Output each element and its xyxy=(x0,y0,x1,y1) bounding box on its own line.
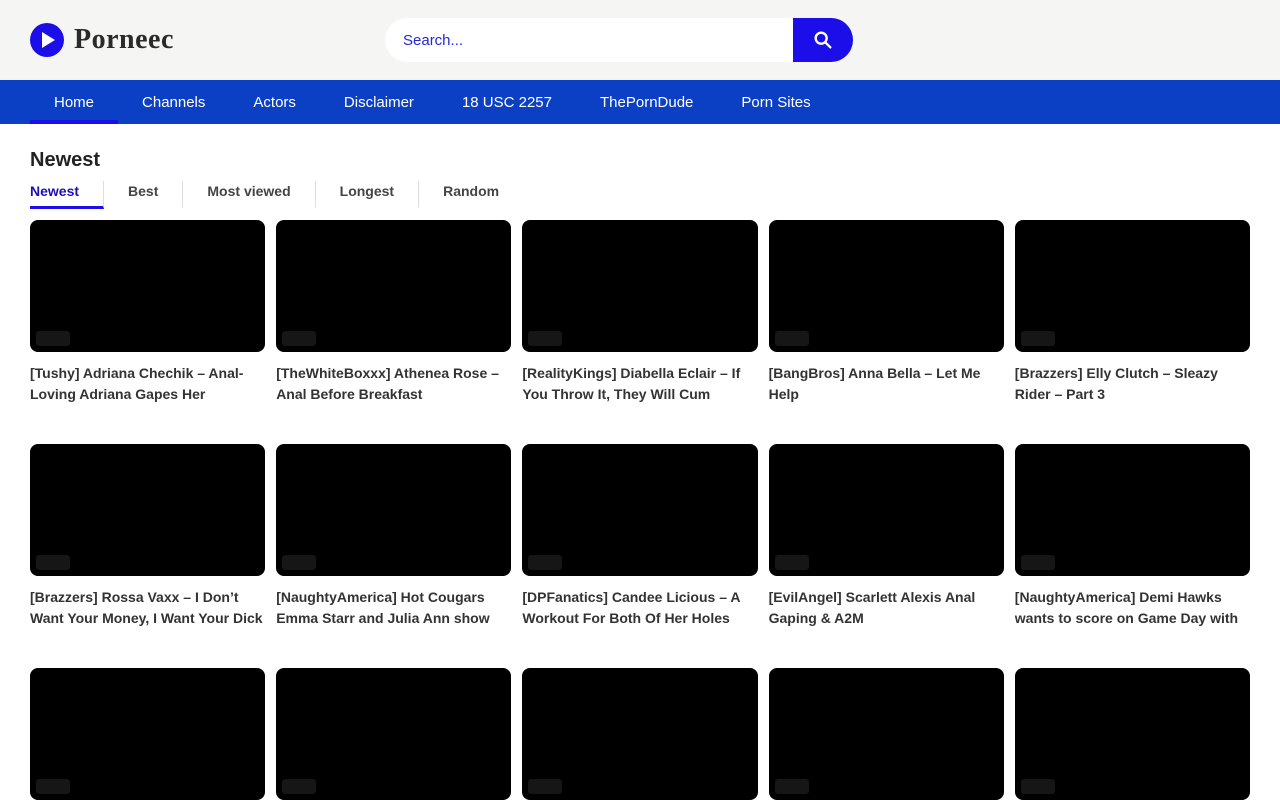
video-title[interactable]: [NaughtyAmerica] Demi Hawks wants to sco… xyxy=(1015,587,1250,629)
search-bar xyxy=(385,18,853,62)
duration-badge xyxy=(282,331,316,346)
video-thumbnail[interactable] xyxy=(30,668,265,800)
video-card[interactable]: [NaughtyAmerica] Demi Hawks wants to sco… xyxy=(1015,444,1250,629)
duration-badge xyxy=(36,779,70,794)
search-button[interactable] xyxy=(793,18,853,62)
video-thumbnail[interactable] xyxy=(1015,220,1250,352)
video-thumbnail[interactable] xyxy=(522,444,757,576)
tab-best[interactable]: Best xyxy=(104,181,183,209)
video-card[interactable] xyxy=(769,668,1004,800)
video-title[interactable]: [Brazzers] Elly Clutch – Sleazy Rider – … xyxy=(1015,363,1250,405)
video-thumbnail[interactable] xyxy=(276,220,511,352)
site-header: Porneec xyxy=(0,0,1280,80)
play-icon xyxy=(30,23,64,57)
video-card[interactable]: [RealityKings] Diabella Eclair – If You … xyxy=(522,220,757,405)
video-card[interactable]: [Brazzers] Rossa Vaxx – I Don’t Want You… xyxy=(30,444,265,629)
duration-badge xyxy=(1021,779,1055,794)
search-input[interactable] xyxy=(385,18,793,62)
page-title: Newest xyxy=(30,149,1250,171)
duration-badge xyxy=(528,555,562,570)
video-card[interactable]: [DPFanatics] Candee Licious – A Workout … xyxy=(522,444,757,629)
magnifier-icon xyxy=(812,29,834,51)
video-thumbnail[interactable] xyxy=(1015,444,1250,576)
duration-badge xyxy=(1021,331,1055,346)
video-title[interactable]: [EvilAngel] Scarlett Alexis Anal Gaping … xyxy=(769,587,1004,629)
video-card[interactable]: [Brazzers] Elly Clutch – Sleazy Rider – … xyxy=(1015,220,1250,405)
main-content: Newest Newest Best Most viewed Longest R… xyxy=(0,149,1280,800)
site-logo[interactable]: Porneec xyxy=(30,23,174,57)
nav-item-disclaimer[interactable]: Disclaimer xyxy=(320,80,438,124)
video-thumbnail[interactable] xyxy=(522,668,757,800)
video-thumbnail[interactable] xyxy=(522,220,757,352)
nav-item-actors[interactable]: Actors xyxy=(229,80,320,124)
main-nav: Home Channels Actors Disclaimer 18 USC 2… xyxy=(0,80,1280,124)
tab-longest[interactable]: Longest xyxy=(316,181,419,209)
duration-badge xyxy=(1021,555,1055,570)
video-title[interactable]: [DPFanatics] Candee Licious – A Workout … xyxy=(522,587,757,629)
tab-most-viewed[interactable]: Most viewed xyxy=(183,181,315,209)
video-card[interactable]: [EvilAngel] Scarlett Alexis Anal Gaping … xyxy=(769,444,1004,629)
video-card[interactable] xyxy=(30,668,265,800)
video-title[interactable]: [BangBros] Anna Bella – Let Me Help xyxy=(769,363,1004,405)
duration-badge xyxy=(775,555,809,570)
nav-item-18usc2257[interactable]: 18 USC 2257 xyxy=(438,80,576,124)
video-title[interactable]: [Tushy] Adriana Chechik – Anal-Loving Ad… xyxy=(30,363,265,405)
video-thumbnail[interactable] xyxy=(30,444,265,576)
nav-item-porn-sites[interactable]: Porn Sites xyxy=(717,80,834,124)
video-thumbnail[interactable] xyxy=(1015,668,1250,800)
video-card[interactable] xyxy=(522,668,757,800)
duration-badge xyxy=(775,779,809,794)
video-thumbnail[interactable] xyxy=(276,444,511,576)
duration-badge xyxy=(36,331,70,346)
video-thumbnail[interactable] xyxy=(769,220,1004,352)
tab-random[interactable]: Random xyxy=(419,181,523,209)
video-thumbnail[interactable] xyxy=(769,668,1004,800)
video-thumbnail[interactable] xyxy=(276,668,511,800)
duration-badge xyxy=(282,555,316,570)
tab-newest[interactable]: Newest xyxy=(30,181,104,209)
video-card[interactable]: [NaughtyAmerica] Hot Cougars Emma Starr … xyxy=(276,444,511,629)
nav-item-home[interactable]: Home xyxy=(30,80,118,124)
nav-item-channels[interactable]: Channels xyxy=(118,80,229,124)
nav-item-theporndude[interactable]: ThePornDude xyxy=(576,80,717,124)
duration-badge xyxy=(528,331,562,346)
duration-badge xyxy=(282,779,316,794)
sort-tabs: Newest Best Most viewed Longest Random xyxy=(30,181,1250,209)
video-title[interactable]: [RealityKings] Diabella Eclair – If You … xyxy=(522,363,757,405)
video-thumbnail[interactable] xyxy=(769,444,1004,576)
video-card[interactable] xyxy=(1015,668,1250,800)
video-title[interactable]: [Brazzers] Rossa Vaxx – I Don’t Want You… xyxy=(30,587,265,629)
video-title[interactable]: [TheWhiteBoxxx] Athenea Rose – Anal Befo… xyxy=(276,363,511,405)
duration-badge xyxy=(528,779,562,794)
duration-badge xyxy=(775,331,809,346)
video-card[interactable]: [TheWhiteBoxxx] Athenea Rose – Anal Befo… xyxy=(276,220,511,405)
video-card[interactable] xyxy=(276,668,511,800)
duration-badge xyxy=(36,555,70,570)
video-grid: [Tushy] Adriana Chechik – Anal-Loving Ad… xyxy=(30,220,1250,800)
video-title[interactable]: [NaughtyAmerica] Hot Cougars Emma Starr … xyxy=(276,587,511,629)
video-card[interactable]: [Tushy] Adriana Chechik – Anal-Loving Ad… xyxy=(30,220,265,405)
video-thumbnail[interactable] xyxy=(30,220,265,352)
site-name: Porneec xyxy=(74,24,174,56)
video-card[interactable]: [BangBros] Anna Bella – Let Me Help xyxy=(769,220,1004,405)
